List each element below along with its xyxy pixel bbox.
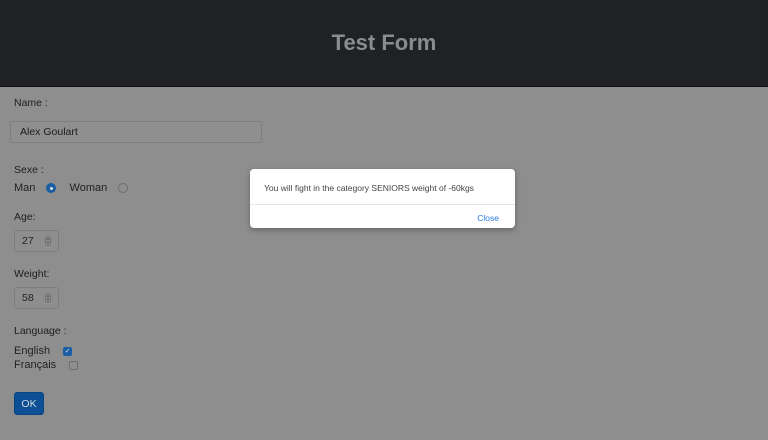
age-label: Age: (14, 211, 36, 223)
name-input[interactable]: Alex Goulart (10, 121, 262, 143)
radio-man[interactable] (46, 183, 57, 194)
age-input[interactable]: 27 ▴ ▾ (14, 230, 59, 252)
checkbox-francais-row: Français (14, 359, 79, 371)
close-button[interactable]: Close (477, 213, 499, 223)
divider (250, 204, 515, 205)
radio-man-label: Man (14, 182, 36, 194)
sexe-radio-group: Man Woman (14, 182, 129, 194)
ok-button[interactable]: OK (14, 392, 44, 415)
sexe-label: Sexe : (14, 164, 44, 176)
checkbox-english[interactable]: ✓ (63, 346, 73, 356)
alert-message: You will fight in the category SENIORS w… (264, 183, 474, 193)
weight-value: 58 (22, 292, 34, 304)
radio-woman[interactable] (118, 183, 129, 194)
page-title: Test Form (331, 30, 437, 55)
weight-label: Weight: (14, 268, 50, 280)
checkbox-francais-label: Français (14, 359, 57, 371)
spinner-icon[interactable]: ▴ ▾ (45, 236, 51, 246)
page-header: Test Form (0, 0, 768, 87)
checkbox-english-label: English (14, 345, 51, 357)
name-label: Name : (14, 97, 48, 109)
spinner-icon[interactable]: ▴ ▾ (45, 293, 51, 303)
age-value: 27 (22, 235, 34, 247)
language-label: Language : (14, 325, 67, 337)
checkbox-francais[interactable] (69, 360, 79, 370)
weight-input[interactable]: 58 ▴ ▾ (14, 287, 59, 309)
alert-dialog: You will fight in the category SENIORS w… (250, 169, 515, 228)
checkbox-english-row: English ✓ (14, 345, 73, 357)
radio-woman-label: Woman (69, 182, 108, 194)
